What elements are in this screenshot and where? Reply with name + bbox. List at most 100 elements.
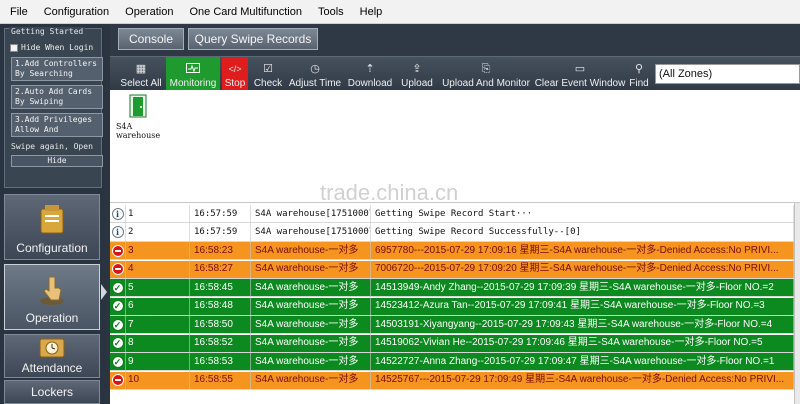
zone-select[interactable]: (All Zones) <box>655 64 800 84</box>
upload-button[interactable]: ⇪ Upload <box>398 57 436 91</box>
log-row[interactable]: 3 16:58:23 S4A warehouse-一对多 6957780---2015… <box>110 241 794 260</box>
select-all-button[interactable]: ▦ Select All <box>118 57 164 91</box>
menu-file[interactable]: File <box>0 6 36 18</box>
log-message: 14513949-Andy Zhang--2015-07-29 17:09:39… <box>371 278 794 297</box>
door-area: S4A warehouse trade.china.cn <box>110 90 800 205</box>
menu-operation[interactable]: Operation <box>117 6 181 18</box>
info-icon: i <box>111 226 124 238</box>
log-index: 1 <box>126 204 190 223</box>
log-time: 16:57:59 <box>190 223 251 241</box>
checkbox-box[interactable] <box>10 43 18 52</box>
log-row-status: i <box>110 204 126 223</box>
log-index: 6 <box>126 297 190 315</box>
nav-lockers[interactable]: Lockers <box>4 380 100 404</box>
log-row[interactable]: 10 16:58:55 S4A warehouse-一对多 14525767---20… <box>110 371 794 390</box>
log-row[interactable]: ✓ 6 16:58:48 S4A warehouse-一对多 14523412-Azur… <box>110 297 794 316</box>
log-door: S4A warehouse-一对多 <box>251 315 371 334</box>
log-row[interactable]: 4 16:58:27 S4A warehouse-一对多 7006720---2015… <box>110 260 794 279</box>
log-scrollbar[interactable] <box>794 203 800 404</box>
log-row[interactable]: ✓ 5 16:58:45 S4A warehouse-一对多 14513949-Andy… <box>110 278 794 297</box>
monitor-icon <box>186 62 200 76</box>
log-door: S4A warehouse-一对多 <box>251 260 371 278</box>
tabs-bar: Console Query Swipe Records <box>110 24 800 56</box>
granted-check-icon: ✓ <box>111 318 124 331</box>
hide-button[interactable]: Hide <box>11 155 103 167</box>
step-auto-add-cards-button[interactable]: 2.Auto Add Cards By Swiping <box>11 85 103 109</box>
log-row-status: ✓ <box>110 352 126 371</box>
menu-help[interactable]: Help <box>352 6 391 18</box>
clear-window-icon: ▭ <box>574 63 586 75</box>
denied-icon <box>111 374 124 386</box>
select-all-label: Select All <box>120 78 162 89</box>
nav-attendance[interactable]: Attendance <box>4 334 100 378</box>
find-button[interactable]: ⚲ Find <box>626 57 652 91</box>
log-index: 9 <box>126 352 190 371</box>
monitoring-button[interactable]: Monitoring <box>166 57 220 91</box>
check-button[interactable]: ☑ Check <box>252 57 284 91</box>
log-door: S4A warehouse[175100074] <box>251 204 371 223</box>
granted-check-icon: ✓ <box>111 337 124 349</box>
step-add-controllers-button[interactable]: 1.Add Controllers By Searching <box>11 57 103 81</box>
menu-configuration[interactable]: Configuration <box>36 6 117 18</box>
menu-bar: File Configuration Operation One Card Mu… <box>0 0 800 24</box>
menu-tools[interactable]: Tools <box>310 6 352 18</box>
stop-label: Stop <box>224 78 246 89</box>
find-label: Find <box>629 78 649 89</box>
log-door: S4A warehouse-一对多 <box>251 278 371 297</box>
log-row-status: ✓ <box>110 334 126 352</box>
upload-and-monitor-button[interactable]: ⎘ Upload And Monitor <box>440 57 532 91</box>
log-row[interactable]: i116:57:59S4A warehouse[175100074]Gettin… <box>110 204 794 223</box>
log-message: 6957780---2015-07-29 17:09:16 星期三-S4A wa… <box>371 241 794 260</box>
download-arrow-icon: ⇡ <box>365 63 375 75</box>
adjust-time-label: Adjust Time <box>288 78 342 89</box>
clock-icon: ◷ <box>310 63 320 75</box>
getting-started-panel: Getting Started Hide When Login 1.Add Co… <box>4 27 103 188</box>
log-row[interactable]: ✓ 9 16:58:53 S4A warehouse-一对多 14522727-Anna… <box>110 352 794 371</box>
log-row-status: ✓ <box>110 278 126 297</box>
log-row[interactable]: ✓ 7 16:58:50 S4A warehouse-一对多 14503191-Xiya… <box>110 315 794 334</box>
log-index: 7 <box>126 315 190 334</box>
denied-icon <box>111 244 124 257</box>
log-door: S4A warehouse[175100074] <box>251 223 371 241</box>
log-message: Getting Swipe Record Start··· <box>371 204 794 223</box>
log-index: 8 <box>126 334 190 352</box>
log-time: 16:58:55 <box>190 371 251 389</box>
log-door: S4A warehouse-一对多 <box>251 297 371 315</box>
log-row[interactable]: ✓ 8 16:58:52 S4A warehouse-一对多 14519062-Vivi… <box>110 334 794 353</box>
hide-when-login-checkbox[interactable]: Hide When Login <box>10 43 93 52</box>
tab-query-swipe-records[interactable]: Query Swipe Records <box>188 28 318 50</box>
log-row-status: i <box>110 223 126 241</box>
active-nav-arrow-icon <box>101 284 107 300</box>
door-item[interactable]: S4A warehouse <box>116 94 160 140</box>
log-message: 14503191-Xiyangyang--2015-07-29 17:09:43… <box>371 315 794 334</box>
nav-operation[interactable]: Operation <box>4 264 100 330</box>
info-icon: i <box>111 207 124 220</box>
upload-icon: ⇪ <box>412 63 422 75</box>
door-icon <box>129 94 147 118</box>
nav-configuration-label: Configuration <box>16 241 88 255</box>
clear-event-window-label: Clear Event Window <box>534 78 626 89</box>
log-time: 16:58:52 <box>190 334 251 352</box>
clear-event-window-button[interactable]: ▭ Clear Event Window <box>534 57 626 91</box>
step-add-privileges-button[interactable]: 3.Add Privileges Allow And Download <box>11 113 103 137</box>
log-message: 14519062-Vivian He--2015-07-29 17:09:46 … <box>371 334 794 352</box>
monitoring-label: Monitoring <box>169 78 217 89</box>
granted-check-icon: ✓ <box>111 281 124 294</box>
log-index: 4 <box>126 260 190 278</box>
check-icon: ☑ <box>263 63 273 75</box>
adjust-time-button[interactable]: ◷ Adjust Time <box>288 57 342 91</box>
log-row-status: ✓ <box>110 315 126 334</box>
nav-configuration[interactable]: Configuration <box>4 194 100 260</box>
log-row[interactable]: i216:57:59S4A warehouse[175100074]Gettin… <box>110 223 794 242</box>
tab-console[interactable]: Console <box>118 28 184 50</box>
menu-one-card-multifunction[interactable]: One Card Multifunction <box>181 6 310 18</box>
toolbar: ▦ Select All Monitoring </> Stop ☑ Check… <box>110 56 800 91</box>
log-row-status <box>110 371 126 389</box>
download-button[interactable]: ⇡ Download <box>346 57 394 91</box>
log-row-status <box>110 241 126 260</box>
log-index: 5 <box>126 278 190 297</box>
log-row-status: ✓ <box>110 297 126 315</box>
log-time: 16:58:50 <box>190 315 251 334</box>
nav-operation-label: Operation <box>25 311 79 325</box>
stop-button[interactable]: </> Stop <box>222 57 248 91</box>
